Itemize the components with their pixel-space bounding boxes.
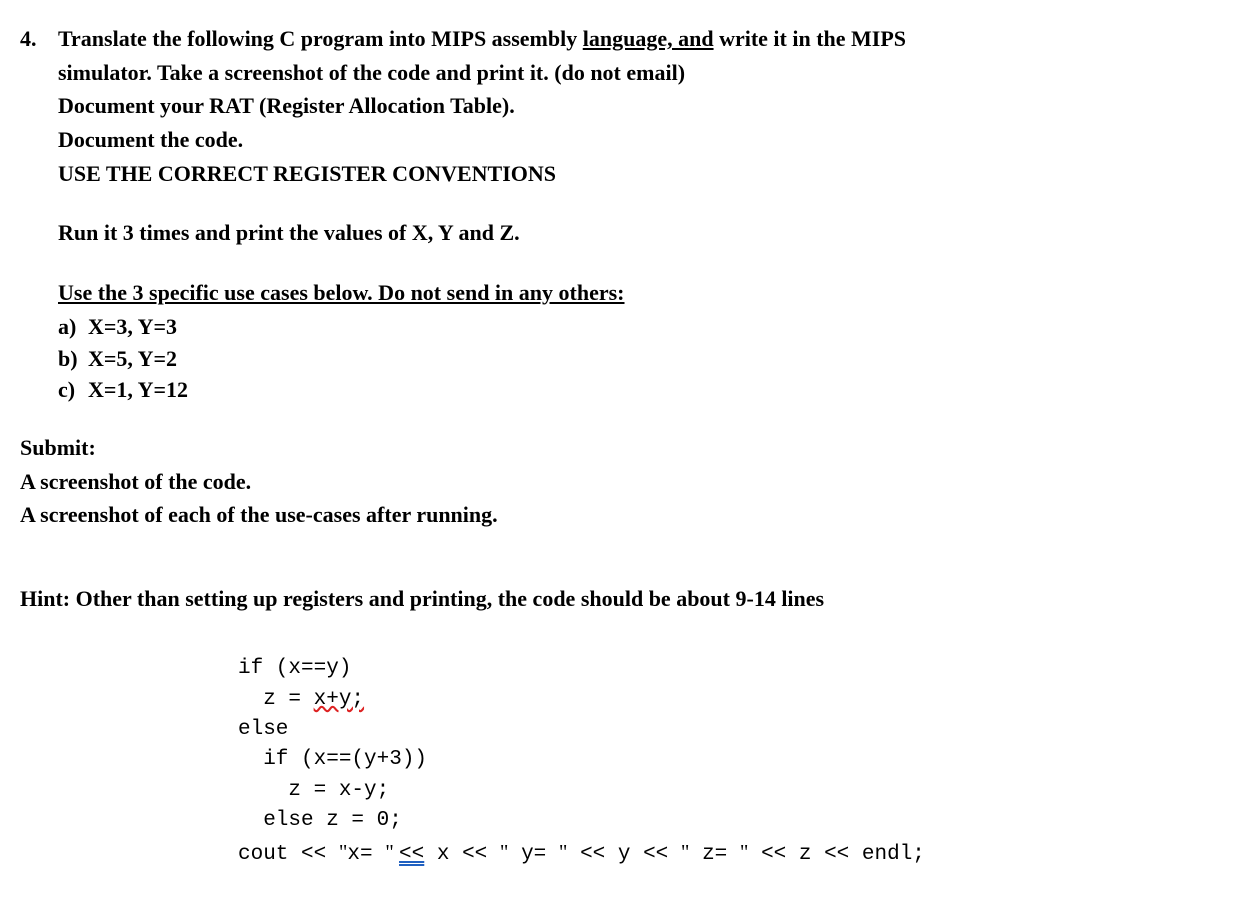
code-line-3: else — [238, 718, 288, 741]
case-a: a)X=3, Y=3 — [58, 312, 1224, 342]
case-b-letter: b) — [58, 344, 88, 374]
code-line-7l: z= — [689, 843, 739, 866]
code-snippet: if (x==y) z = x+y; else if (x==(y+3)) z … — [238, 624, 1224, 901]
question-number: 4. — [20, 24, 37, 54]
run-instruction: Run it 3 times and print the values of X… — [58, 218, 1224, 248]
case-b: b)X=5, Y=2 — [58, 344, 1224, 374]
prompt-line-1: Translate the following C program into M… — [58, 24, 1224, 54]
case-a-text: X=3, Y=3 — [88, 314, 177, 339]
code-line-7n: << z << endl; — [748, 843, 924, 866]
code-line-1: if (x==y) — [238, 657, 351, 680]
hint-line: Hint: Other than setting up registers an… — [20, 584, 1224, 614]
case-c: c)X=1, Y=12 — [58, 375, 1224, 405]
code-line-2a: z = — [238, 688, 314, 711]
prompt-line-3: Document your RAT (Register Allocation T… — [58, 91, 1224, 121]
code-line-7j: << y << — [567, 843, 680, 866]
prompt-line-1-pre: Translate the following C program into M… — [58, 26, 583, 51]
code-line-7h: y= — [508, 843, 558, 866]
code-line-7e: << — [399, 843, 424, 866]
prompt-line-4: Document the code. — [58, 125, 1224, 155]
code-xplusy: x+y; — [314, 688, 364, 711]
case-c-letter: c) — [58, 375, 88, 405]
submit-item-1: A screenshot of the code. — [20, 467, 1224, 497]
use-cases-list: a)X=3, Y=3 b)X=5, Y=2 c)X=1, Y=12 — [58, 312, 1224, 405]
prompt-line-2: simulator. Take a screenshot of the code… — [58, 58, 1224, 88]
case-a-letter: a) — [58, 312, 88, 342]
submit-item-2: A screenshot of each of the use-cases af… — [20, 500, 1224, 530]
code-line-7a: cout << — [238, 843, 339, 866]
code-line-7f: x << — [424, 843, 500, 866]
prompt-line-5: USE THE CORRECT REGISTER CONVENTIONS — [58, 159, 1224, 189]
submit-heading: Submit: — [20, 433, 1224, 463]
case-c-text: X=1, Y=12 — [88, 377, 188, 402]
code-line-5: z = x-y; — [238, 779, 389, 802]
code-line-6: else z = 0; — [238, 809, 402, 832]
use-cases-heading: Use the 3 specific use cases below. Do n… — [58, 278, 1224, 308]
case-b-text: X=5, Y=2 — [88, 346, 177, 371]
prompt-line-1-post: write it in the MIPS — [714, 26, 906, 51]
code-line-7c: x= — [347, 843, 385, 866]
q2: " — [385, 840, 399, 864]
prompt-line-1-underlined: language, and — [583, 26, 714, 51]
code-line-4: if (x==(y+3)) — [238, 748, 427, 771]
